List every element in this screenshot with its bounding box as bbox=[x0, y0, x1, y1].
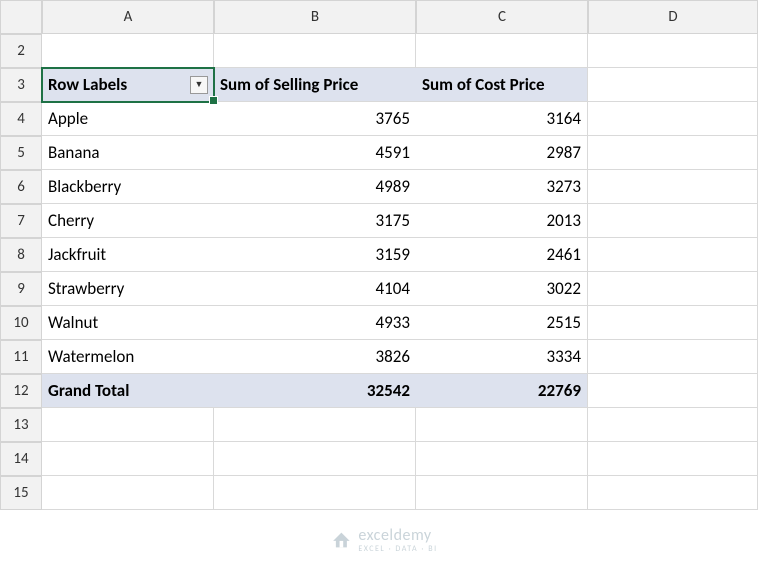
cell-B8[interactable]: 3159 bbox=[214, 238, 416, 272]
cell-D13[interactable] bbox=[588, 408, 758, 442]
cell-A9[interactable]: Strawberry bbox=[42, 272, 214, 306]
col-header-A[interactable]: A bbox=[42, 0, 214, 34]
row-header-11[interactable]: 11 bbox=[0, 340, 42, 374]
cell-A8[interactable]: Jackfruit bbox=[42, 238, 214, 272]
cell-A4[interactable]: Apple bbox=[42, 102, 214, 136]
cell-A15[interactable] bbox=[42, 476, 214, 510]
cell-D7[interactable] bbox=[588, 204, 758, 238]
watermark: exceldemy EXCEL · DATA · BI bbox=[330, 526, 437, 554]
row-header-4[interactable]: 4 bbox=[0, 102, 42, 136]
row-header-6[interactable]: 6 bbox=[0, 170, 42, 204]
row-header-5[interactable]: 5 bbox=[0, 136, 42, 170]
cell-A2[interactable] bbox=[42, 34, 214, 68]
watermark-name: exceldemy bbox=[358, 526, 431, 545]
cell-A3-row-labels-header[interactable]: Row Labels ▼ bbox=[42, 68, 214, 102]
filter-dropdown-icon[interactable]: ▼ bbox=[190, 76, 208, 94]
col-header-C[interactable]: C bbox=[416, 0, 588, 34]
cell-C10[interactable]: 2515 bbox=[416, 306, 588, 340]
row-header-9[interactable]: 9 bbox=[0, 272, 42, 306]
cell-C7[interactable]: 2013 bbox=[416, 204, 588, 238]
cell-B10[interactable]: 4933 bbox=[214, 306, 416, 340]
cell-C14[interactable] bbox=[416, 442, 588, 476]
cell-B11[interactable]: 3826 bbox=[214, 340, 416, 374]
cell-C12-grand-total[interactable]: 22769 bbox=[416, 374, 588, 408]
cell-A10[interactable]: Walnut bbox=[42, 306, 214, 340]
row-labels-text: Row Labels bbox=[48, 74, 127, 95]
cell-B7[interactable]: 3175 bbox=[214, 204, 416, 238]
watermark-tagline: EXCEL · DATA · BI bbox=[358, 544, 437, 554]
cell-D3[interactable] bbox=[588, 68, 758, 102]
cell-D8[interactable] bbox=[588, 238, 758, 272]
cell-D2[interactable] bbox=[588, 34, 758, 68]
cell-D12[interactable] bbox=[588, 374, 758, 408]
cell-B15[interactable] bbox=[214, 476, 416, 510]
cell-A7[interactable]: Cherry bbox=[42, 204, 214, 238]
cell-C9[interactable]: 3022 bbox=[416, 272, 588, 306]
cell-A11[interactable]: Watermelon bbox=[42, 340, 214, 374]
cell-A6[interactable]: Blackberry bbox=[42, 170, 214, 204]
watermark-text: exceldemy EXCEL · DATA · BI bbox=[358, 526, 437, 554]
cell-A13[interactable] bbox=[42, 408, 214, 442]
exceldemy-logo-icon bbox=[330, 529, 352, 551]
cell-C5[interactable]: 2987 bbox=[416, 136, 588, 170]
cell-D15[interactable] bbox=[588, 476, 758, 510]
row-header-14[interactable]: 14 bbox=[0, 442, 42, 476]
cell-C13[interactable] bbox=[416, 408, 588, 442]
cell-C15[interactable] bbox=[416, 476, 588, 510]
cell-D5[interactable] bbox=[588, 136, 758, 170]
cell-B13[interactable] bbox=[214, 408, 416, 442]
row-header-7[interactable]: 7 bbox=[0, 204, 42, 238]
cell-B9[interactable]: 4104 bbox=[214, 272, 416, 306]
cell-C3-header[interactable]: Sum of Cost Price bbox=[416, 68, 588, 102]
cell-C6[interactable]: 3273 bbox=[416, 170, 588, 204]
row-header-8[interactable]: 8 bbox=[0, 238, 42, 272]
cell-C2[interactable] bbox=[416, 34, 588, 68]
cell-C4[interactable]: 3164 bbox=[416, 102, 588, 136]
cell-C8[interactable]: 2461 bbox=[416, 238, 588, 272]
cell-B2[interactable] bbox=[214, 34, 416, 68]
row-header-12[interactable]: 12 bbox=[0, 374, 42, 408]
spreadsheet-grid[interactable]: A B C D 2 3 Row Labels ▼ Sum of Selling … bbox=[0, 0, 768, 510]
cell-D6[interactable] bbox=[588, 170, 758, 204]
cell-D4[interactable] bbox=[588, 102, 758, 136]
cell-A5[interactable]: Banana bbox=[42, 136, 214, 170]
row-header-13[interactable]: 13 bbox=[0, 408, 42, 442]
col-header-D[interactable]: D bbox=[588, 0, 758, 34]
cell-D11[interactable] bbox=[588, 340, 758, 374]
col-header-B[interactable]: B bbox=[214, 0, 416, 34]
select-all-corner[interactable] bbox=[0, 0, 42, 34]
row-header-2[interactable]: 2 bbox=[0, 34, 42, 68]
cell-B5[interactable]: 4591 bbox=[214, 136, 416, 170]
cell-B3-header[interactable]: Sum of Selling Price bbox=[214, 68, 416, 102]
row-header-3[interactable]: 3 bbox=[0, 68, 42, 102]
cell-B12-grand-total[interactable]: 32542 bbox=[214, 374, 416, 408]
cell-D14[interactable] bbox=[588, 442, 758, 476]
cell-D9[interactable] bbox=[588, 272, 758, 306]
cell-A14[interactable] bbox=[42, 442, 214, 476]
cell-D10[interactable] bbox=[588, 306, 758, 340]
cell-A12-grand-total-label[interactable]: Grand Total bbox=[42, 374, 214, 408]
row-header-15[interactable]: 15 bbox=[0, 476, 42, 510]
cell-C11[interactable]: 3334 bbox=[416, 340, 588, 374]
cell-B6[interactable]: 4989 bbox=[214, 170, 416, 204]
row-header-10[interactable]: 10 bbox=[0, 306, 42, 340]
cell-B14[interactable] bbox=[214, 442, 416, 476]
cell-B4[interactable]: 3765 bbox=[214, 102, 416, 136]
